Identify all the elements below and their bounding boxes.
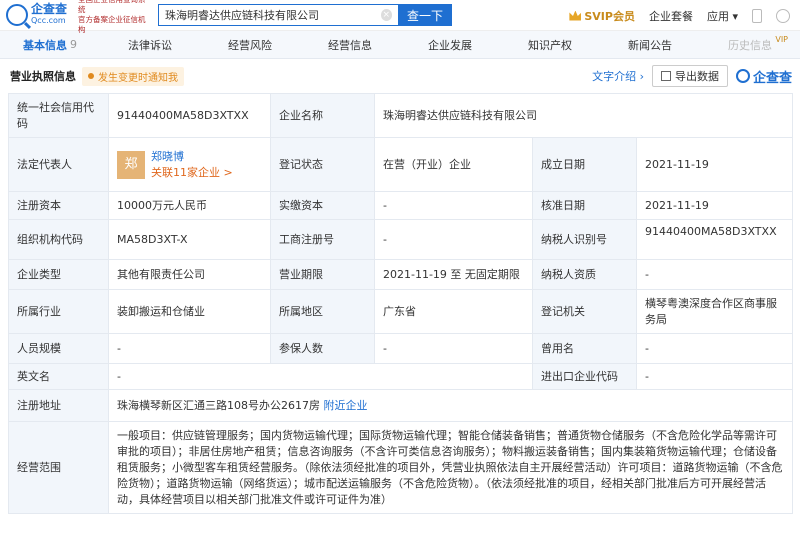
approve-date-key: 核准日期 [532, 191, 637, 220]
credit-code-key: 统一社会信用代码 [8, 93, 109, 138]
reg-authority-key: 登记机关 [532, 289, 637, 334]
insured-value: - [374, 333, 533, 364]
logo-en: Qcc.com [31, 16, 66, 25]
reg-authority-value: 横琴粤澳深度合作区商事服务局 [636, 289, 793, 334]
org-code-key: 组织机构代码 [8, 219, 109, 260]
biz-term-key: 营业期限 [270, 259, 375, 290]
intro-link[interactable]: 文字介绍 › [592, 68, 644, 84]
tab-risk[interactable]: 经营风险 [200, 31, 300, 58]
vip-badge: VIP [775, 35, 788, 44]
taxpayer-qual-value: - [636, 259, 793, 290]
logo-cn: 企查查 [31, 2, 68, 16]
notify-badge[interactable]: 发生变更时通知我 [82, 66, 184, 86]
region-key: 所属地区 [270, 289, 375, 334]
nearby-companies-link[interactable]: 附近企业 [324, 399, 368, 412]
taxpayer-id-value[interactable]: 91440400MA58D3XTXX [636, 219, 793, 260]
company-name-value[interactable]: 珠海明睿达供应链科技有限公司 [374, 93, 793, 138]
former-name-value: - [636, 333, 793, 364]
export-button[interactable]: 导出数据 [651, 65, 728, 87]
top-header: 企查查 Qcc.com 全国企业信用查询系统 官方备案企业征信机构 × 查一下 … [0, 0, 800, 34]
section-title: 营业执照信息 [10, 70, 76, 83]
address-key: 注册地址 [8, 389, 109, 422]
message-icon[interactable] [776, 8, 790, 23]
staff-size-key: 人员规模 [8, 333, 109, 364]
reg-capital-value: 10000万元人民币 [108, 191, 271, 220]
brand-logo: 企查查 [735, 67, 792, 86]
taxpayer-id-key: 纳税人识别号 [532, 219, 637, 260]
brand-icon [735, 69, 750, 83]
company-type-value: 其他有限责任公司 [108, 259, 271, 290]
en-name-value: - [108, 363, 533, 390]
legal-rep-key: 法定代表人 [8, 137, 109, 192]
reg-capital-key: 注册资本 [8, 191, 109, 220]
logo-description: 全国企业信用查询系统 官方备案企业征信机构 [78, 0, 146, 34]
apps-menu[interactable]: 应用 ▾ [707, 8, 738, 24]
avatar[interactable]: 郑 [117, 150, 145, 179]
clear-icon[interactable]: × [380, 9, 392, 21]
company-name-key: 企业名称 [270, 93, 375, 138]
reg-status-value: 在营（开业）企业 [374, 137, 533, 192]
search-box: × [158, 4, 398, 26]
paid-capital-key: 实缴资本 [270, 191, 375, 220]
logo-magnifier-icon [6, 4, 28, 26]
biz-term-value: 2021-11-19 至 无固定期限 [374, 259, 533, 290]
approve-date-value: 2021-11-19 [636, 191, 793, 220]
biz-reg-no-key: 工商注册号 [270, 219, 375, 260]
related-companies-link[interactable]: 关联11家企业 > [151, 165, 233, 181]
est-date-key: 成立日期 [532, 137, 637, 192]
staff-size-value: - [108, 333, 271, 364]
tab-basic-info[interactable]: 基本信息 9 [0, 31, 100, 58]
suite-link[interactable]: 企业套餐 [649, 8, 693, 24]
insured-key: 参保人数 [270, 333, 375, 364]
ie-code-key: 进出口企业代码 [532, 363, 637, 390]
ie-code-value: - [636, 363, 793, 390]
industry-value: 装卸搬运和仓储业 [108, 289, 271, 334]
qcc-logo[interactable]: 企查查 Qcc.com [6, 2, 78, 26]
tab-news[interactable]: 新闻公告 [600, 31, 700, 58]
region-value: 广东省 [374, 289, 533, 334]
org-code-value[interactable]: MA58D3XT-X [108, 219, 271, 260]
reg-status-key: 登记状态 [270, 137, 375, 192]
tab-history[interactable]: 历史信息 VIP [700, 31, 800, 58]
license-table: 统一社会信用代码 91440400MA58D3XTXX 企业名称 珠海明睿达供应… [8, 93, 793, 514]
credit-code-value[interactable]: 91440400MA58D3XTXX [108, 93, 271, 138]
tab-operation[interactable]: 经营信息 [300, 31, 400, 58]
tab-legal[interactable]: 法律诉讼 [100, 31, 200, 58]
legal-rep-value: 郑 郑晓博 关联11家企业 > [108, 137, 271, 192]
bell-icon [88, 73, 94, 79]
taxpayer-qual-key: 纳税人资质 [532, 259, 637, 290]
legal-rep-name[interactable]: 郑晓博 [151, 149, 233, 165]
tab-ip[interactable]: 知识产权 [500, 31, 600, 58]
address-value: 珠海横琴新区汇通三路108号办公2617房 附近企业 [108, 389, 793, 422]
paid-capital-value: - [374, 191, 533, 220]
svip-link[interactable]: SVIP会员 [569, 8, 635, 24]
search-input[interactable] [165, 8, 381, 22]
scope-value: 一般项目：供应链管理服务；国内货物运输代理；国际货物运输代理；智能仓储装备销售；… [108, 421, 793, 514]
en-name-key: 英文名 [8, 363, 109, 390]
industry-key: 所属行业 [8, 289, 109, 334]
former-name-key: 曾用名 [532, 333, 637, 364]
tab-development[interactable]: 企业发展 [400, 31, 500, 58]
search-button[interactable]: 查一下 [398, 4, 452, 26]
company-type-key: 企业类型 [8, 259, 109, 290]
biz-reg-no-value: - [374, 219, 533, 260]
est-date-value: 2021-11-19 [636, 137, 793, 192]
export-icon [660, 71, 671, 81]
phone-icon[interactable] [752, 8, 762, 23]
tab-nav: 基本信息 9 法律诉讼 经营风险 经营信息 企业发展 知识产权 新闻公告 历史信息… [0, 31, 800, 59]
section-header: 营业执照信息 发生变更时通知我 文字介绍 › 导出数据 企查查 [0, 59, 800, 93]
crown-icon [569, 10, 582, 21]
scope-key: 经营范围 [8, 421, 109, 514]
